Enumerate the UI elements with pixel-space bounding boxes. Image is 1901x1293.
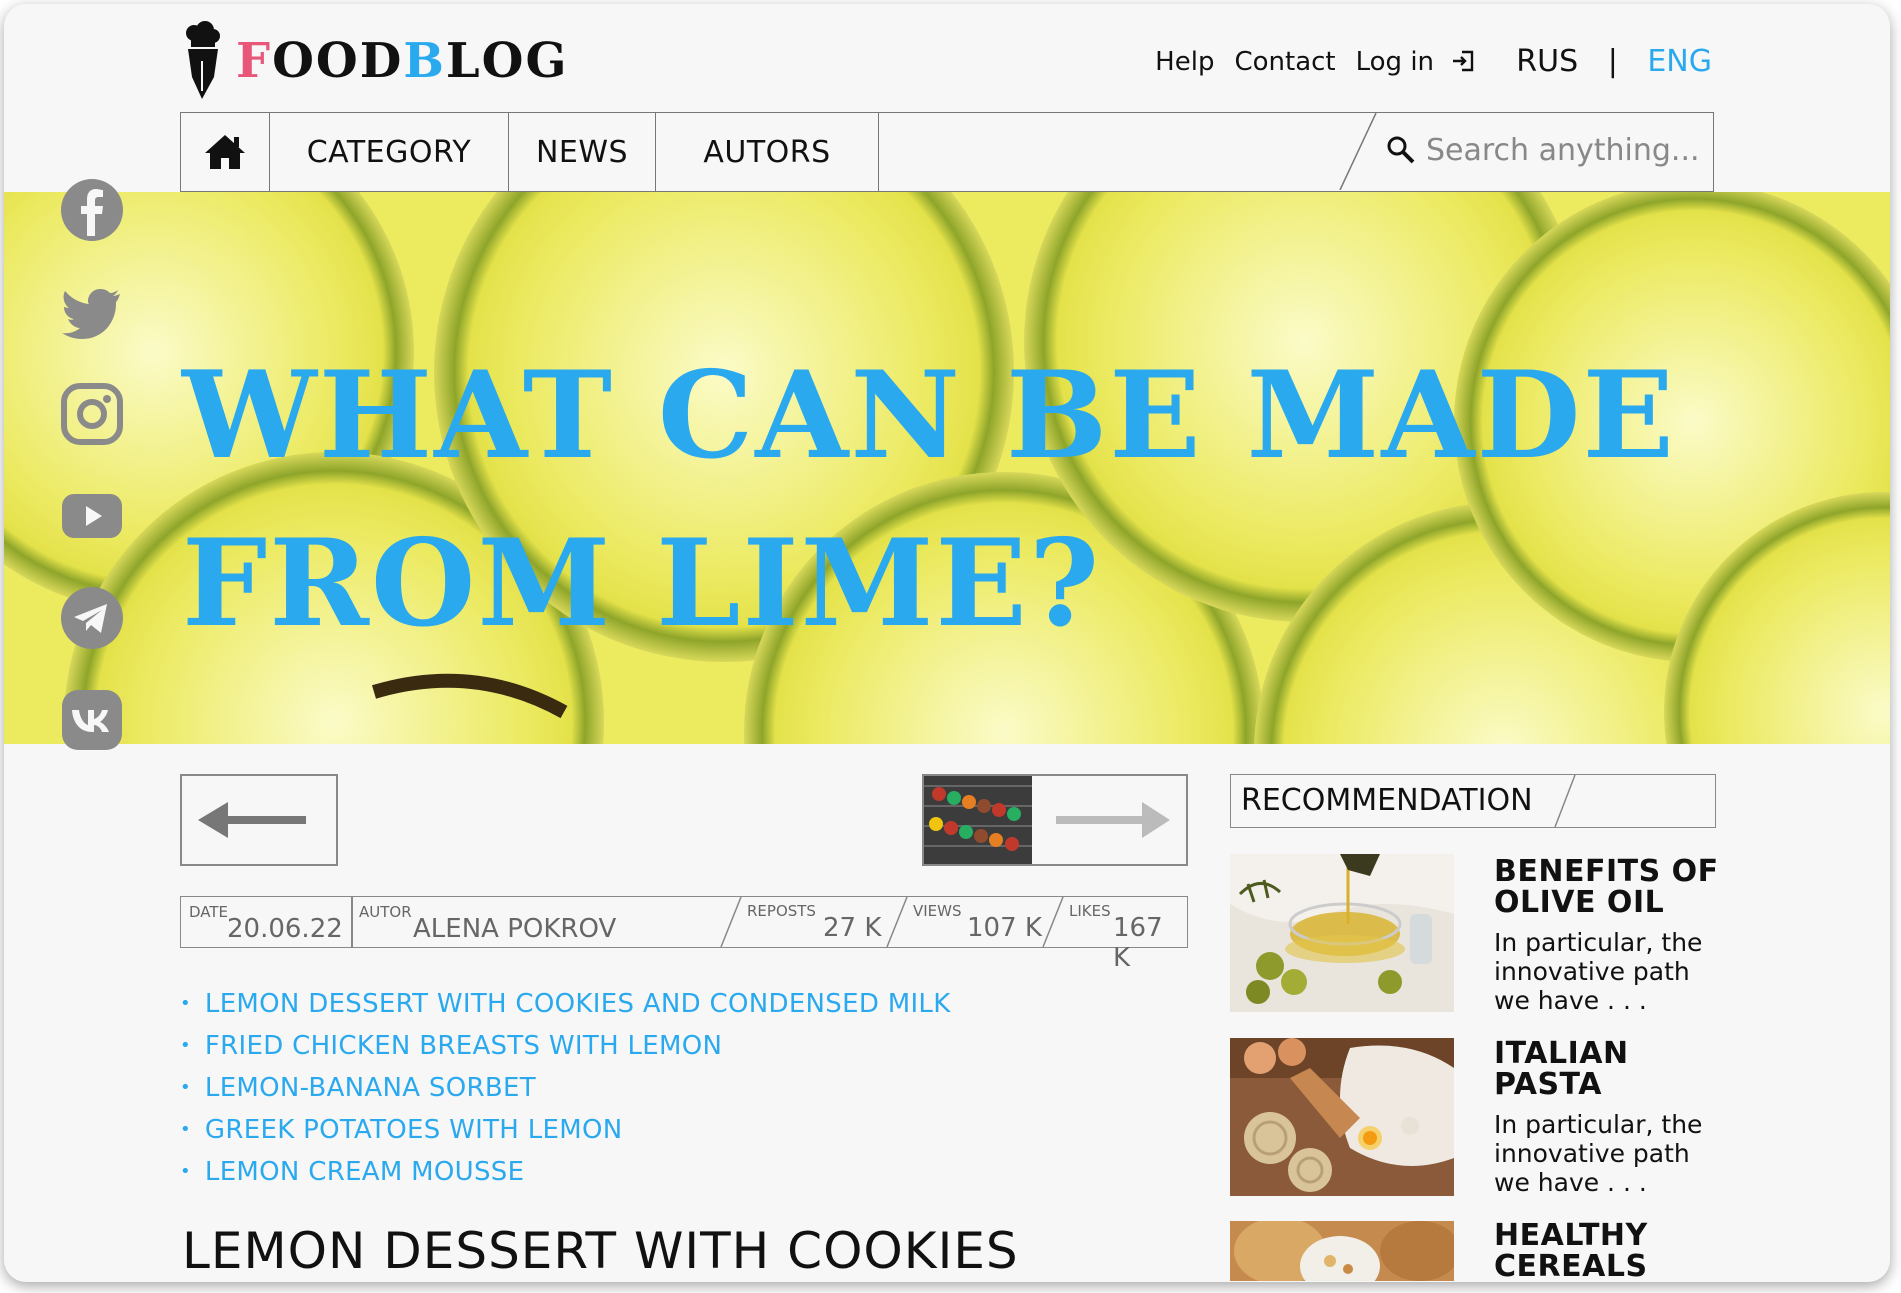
chef-logo-icon: [186, 21, 220, 99]
twitter-icon: [62, 289, 120, 339]
recipe-link[interactable]: LEMON DESSERT WITH COOKIES AND CONDENSED…: [180, 989, 951, 1031]
page-frame: FOODBLOG Help Contact Log in RUS | ENG C…: [4, 4, 1890, 1282]
search-bar[interactable]: Search anything...: [1338, 113, 1713, 190]
login-link[interactable]: Log in: [1356, 47, 1477, 77]
views-value: 107 K: [967, 913, 1042, 943]
recipe-list: LEMON DESSERT WITH COOKIES AND CONDENSED…: [180, 989, 951, 1199]
views-label: VIEWS: [913, 902, 962, 920]
telegram-icon: [61, 587, 123, 649]
search-input[interactable]: Search anything...: [1426, 133, 1700, 168]
rec-title-line: ITALIAN: [1494, 1036, 1629, 1071]
rec-item-desc: In particular, the innovative path we ha…: [1494, 1110, 1724, 1197]
logo-text: FOODBLOG: [236, 33, 569, 89]
recipe-link[interactable]: LEMON CREAM MOUSSE: [180, 1157, 951, 1199]
rec-desc-line: we have . . .: [1494, 1168, 1647, 1197]
rec-title-line: CEREALS: [1494, 1249, 1648, 1282]
olive-oil-image[interactable]: [1230, 854, 1454, 1012]
instagram-button[interactable]: [60, 382, 124, 446]
recipe-link[interactable]: LEMON-BANANA SORBET: [180, 1073, 951, 1115]
nav-news[interactable]: NEWS: [509, 113, 656, 191]
telegram-button[interactable]: [60, 586, 124, 650]
rec-desc-line: we have . . .: [1494, 986, 1647, 1015]
cereals-photo: [1230, 1221, 1454, 1281]
vk-button[interactable]: [60, 688, 124, 752]
hero-title: WHAT CAN BE MADE FROM LIME?: [182, 332, 1676, 668]
likes-label: LIKES: [1069, 902, 1111, 920]
youtube-button[interactable]: [60, 484, 124, 548]
hero-title-line2: FROM LIME?: [182, 513, 1102, 654]
lang-rus[interactable]: RUS: [1516, 44, 1578, 79]
arrow-right-icon: [1056, 802, 1170, 838]
lang-eng[interactable]: ENG: [1647, 44, 1712, 79]
rec-title-line: PASTA: [1494, 1067, 1602, 1102]
home-icon: [205, 135, 245, 169]
rec-item-title[interactable]: ITALIAN PASTA: [1494, 1038, 1629, 1100]
arrow-left-icon: [198, 802, 306, 838]
vk-icon: [62, 690, 122, 750]
rec-item-desc: In particular, the innovative path we ha…: [1494, 928, 1724, 1015]
next-article-button[interactable]: [922, 774, 1188, 866]
site-logo[interactable]: FOODBLOG: [180, 18, 568, 104]
contact-link[interactable]: Contact: [1234, 47, 1335, 77]
pasta-photo: [1230, 1038, 1454, 1196]
main-nav: CATEGORY NEWS AUTORS Search anything...: [180, 112, 1714, 192]
language-switcher: RUS | ENG: [1516, 44, 1712, 79]
nav-autors[interactable]: AUTORS: [656, 113, 879, 191]
olive-oil-photo: [1230, 854, 1454, 1012]
login-icon: [1453, 50, 1474, 71]
pasta-image[interactable]: [1230, 1038, 1454, 1196]
rec-title-line: OLIVE OIL: [1494, 885, 1665, 920]
nav-category[interactable]: CATEGORY: [270, 113, 509, 191]
recipe-link[interactable]: FRIED CHICKEN BREASTS WITH LEMON: [180, 1031, 951, 1073]
instagram-icon: [61, 383, 123, 445]
youtube-icon: [62, 494, 122, 538]
help-link[interactable]: Help: [1155, 47, 1214, 77]
rec-desc-line: In particular, the: [1494, 928, 1703, 957]
reposts-value: 27 K: [823, 913, 882, 943]
recommendation-header: RECOMMENDATION: [1230, 774, 1716, 828]
article-title: LEMON DESSERT WITH COOKIES: [182, 1222, 1019, 1280]
rec-desc-line: In particular, the: [1494, 1110, 1703, 1139]
prev-article-button[interactable]: [180, 774, 338, 866]
hero-banner: WHAT CAN BE MADE FROM LIME?: [4, 192, 1890, 744]
twitter-button[interactable]: [60, 280, 124, 344]
rec-item-title[interactable]: HEALTHY CEREALS: [1494, 1220, 1648, 1282]
facebook-icon: [61, 179, 123, 241]
rec-title-line: BENEFITS OF: [1494, 854, 1719, 889]
rec-title-line: HEALTHY: [1494, 1218, 1648, 1253]
cereals-image[interactable]: [1230, 1221, 1454, 1281]
rec-item-title[interactable]: BENEFITS OF OLIVE OIL: [1494, 856, 1719, 918]
search-icon: [1387, 136, 1415, 164]
rec-desc-line: innovative path: [1494, 1139, 1690, 1168]
article-meta: DATE 20.06.22 AUTOR ALENA POKROV REPOSTS…: [180, 896, 1188, 973]
recipe-link[interactable]: GREEK POTATOES WITH LEMON: [180, 1115, 951, 1157]
top-links: Help Contact Log in RUS | ENG: [1135, 44, 1712, 79]
hero-title-line1: WHAT CAN BE MADE: [182, 345, 1676, 486]
reposts-label: REPOSTS: [747, 902, 816, 920]
facebook-button[interactable]: [60, 178, 124, 242]
rec-desc-line: innovative path: [1494, 957, 1690, 986]
search-divider: [1339, 113, 1377, 190]
skewers-thumbnail: [924, 776, 1032, 864]
likes-value: 167 K: [1113, 913, 1163, 973]
recommendation-divider: [1554, 775, 1576, 827]
home-button[interactable]: [181, 113, 270, 191]
